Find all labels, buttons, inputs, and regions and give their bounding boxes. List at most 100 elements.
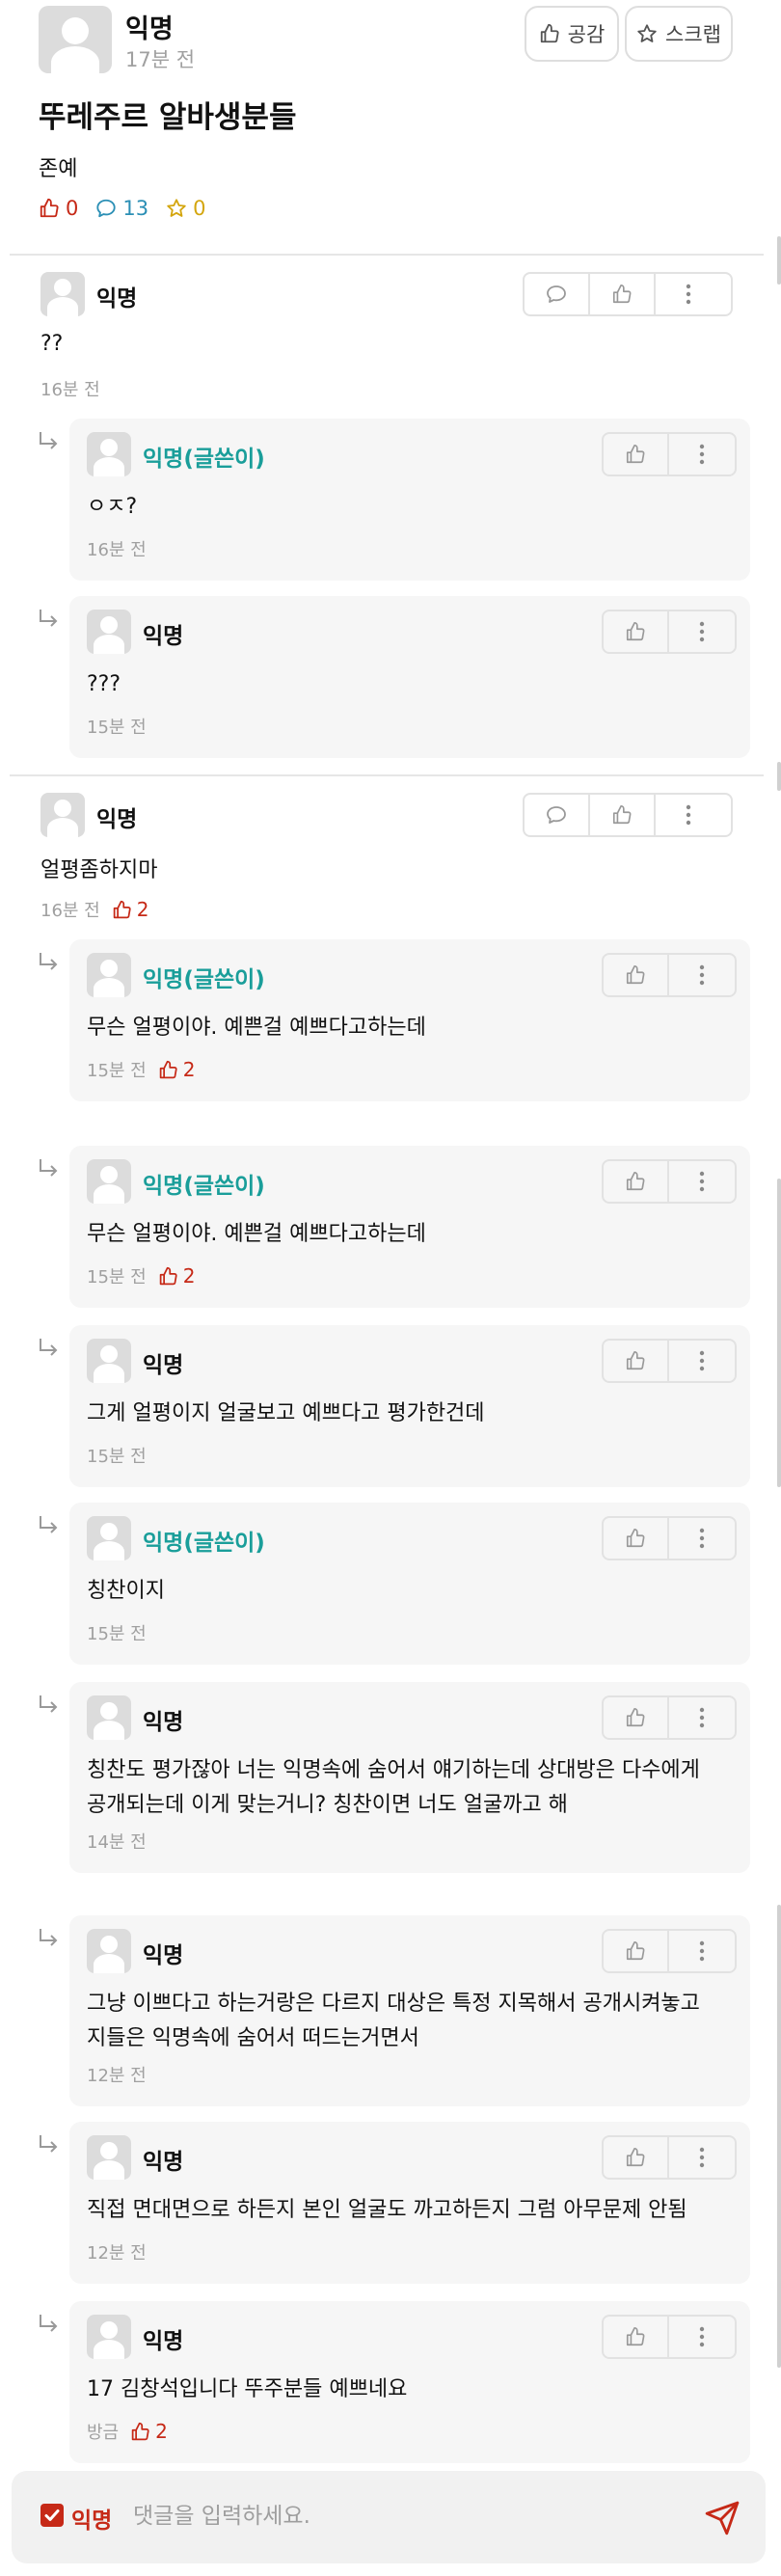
avatar: [87, 610, 131, 654]
more-button[interactable]: [669, 1518, 735, 1559]
comment-like-button[interactable]: [590, 274, 656, 314]
like-button[interactable]: 공감: [525, 6, 619, 62]
thumbs-up-icon: [626, 1351, 645, 1370]
reply-meta: 12분 전: [87, 2239, 147, 2264]
reply: 익명(글쓴이) 칭찬이지 15분 전: [69, 1503, 750, 1665]
comment-actions: [523, 793, 733, 837]
reply-likes: 2: [130, 2420, 168, 2443]
reply-text: 칭찬도 평가잖아 너는 익명속에 숨어서 얘기하는데 상대방은 다수에게 공개되…: [87, 1753, 733, 1823]
reply-text-line: 칭찬도 평가잖아 너는 익명속에 숨어서 얘기하는데 상대방은 다수에게: [87, 1758, 700, 1782]
comment-meta: 16분 전: [40, 376, 100, 401]
post-stats: 0 13 0: [39, 197, 205, 220]
divider: [10, 774, 764, 776]
more-vertical-icon: [699, 1528, 705, 1549]
like-button-label: 공감: [567, 23, 606, 46]
reply-author: 익명: [143, 1943, 184, 1968]
reply-bubble-icon: [547, 285, 566, 303]
reply-like-button[interactable]: [604, 1931, 669, 1971]
thumbs-up-icon: [626, 1172, 645, 1191]
comment-likes-value: 2: [136, 898, 149, 921]
scrap-button[interactable]: 스크랩: [625, 6, 733, 62]
reply-author: 익명: [143, 624, 184, 649]
reply-arrow-icon: [37, 1157, 62, 1186]
reply-author: 익명: [143, 2329, 184, 2354]
reply: 익명 ??? 15분 전: [69, 596, 750, 758]
scrap-button-label: 스크랩: [665, 23, 721, 46]
reply: 익명 그게 얼평이지 얼굴보고 예쁘다고 평가한건데 15분 전: [69, 1325, 750, 1487]
reply-text: 칭찬이지: [87, 1574, 733, 1609]
reply-text-line: 칭찬이지: [87, 1579, 165, 1603]
reply-like-button[interactable]: [604, 1697, 669, 1738]
reply: 익명 칭찬도 평가잖아 너는 익명속에 숨어서 얘기하는데 상대방은 다수에게 …: [69, 1682, 750, 1873]
reply-arrow-icon: [37, 2133, 62, 2162]
comment-time: 16분 전: [40, 380, 100, 400]
post-body: 존예: [39, 157, 78, 181]
avatar: [87, 1159, 131, 1204]
reply-like-button[interactable]: [604, 955, 669, 995]
scroll-edge: [777, 762, 781, 791]
like-count: 0: [39, 197, 78, 220]
comment-text: 얼평좀하지마: [40, 858, 158, 882]
reply-time: 15분 전: [87, 1267, 147, 1288]
reply-like-button[interactable]: [604, 434, 669, 475]
comment-like-button[interactable]: [590, 795, 656, 835]
comment: 익명 얼평좀하지마 16분 전 2: [0, 793, 781, 921]
reply-text-line: 17 김창석입니다 뚜주분들 예쁘네요: [87, 2377, 408, 2401]
comment-count: 13: [95, 197, 148, 220]
reply-button[interactable]: [525, 274, 590, 314]
more-button[interactable]: [669, 1697, 735, 1738]
more-button[interactable]: [656, 274, 721, 314]
reply-actions: [602, 953, 737, 997]
reply-like-button[interactable]: [604, 611, 669, 652]
reply-like-button[interactable]: [604, 1341, 669, 1381]
comment-text: ??: [40, 332, 64, 356]
reply-likes-value: 2: [182, 1058, 196, 1081]
thumbs-up-icon: [159, 1060, 177, 1078]
scrap-count-value: 0: [193, 197, 206, 220]
comment: 익명 ?? 16분 전: [0, 272, 781, 400]
more-button[interactable]: [669, 434, 735, 475]
star-icon: [167, 199, 186, 217]
reply-text: 무슨 얼평이야. 예쁜걸 예쁘다고하는데: [87, 1217, 733, 1252]
anonymous-label[interactable]: 익명: [71, 2502, 112, 2535]
reply-button[interactable]: [525, 795, 590, 835]
avatar: [87, 2315, 131, 2359]
reply-arrow-icon: [37, 1927, 62, 1956]
reply-actions: [602, 2135, 737, 2180]
avatar: [87, 953, 131, 997]
scroll-edge: [777, 1905, 781, 2368]
reply-likes: 2: [158, 1058, 196, 1081]
thumbs-up-icon: [626, 965, 645, 985]
thumbs-up-icon: [626, 2148, 645, 2167]
reply-like-button[interactable]: [604, 2137, 669, 2178]
reply-meta: 14분 전: [87, 1829, 147, 1854]
reply: 익명(글쓴이) 무슨 얼평이야. 예쁜걸 예쁘다고하는데 15분 전 2: [69, 1146, 750, 1308]
reply-meta: 15분 전 2: [87, 1263, 195, 1288]
more-button[interactable]: [669, 2317, 735, 2357]
reply-like-button[interactable]: [604, 2317, 669, 2357]
more-button[interactable]: [669, 1161, 735, 1202]
reply-author: 익명(글쓴이): [143, 1531, 265, 1556]
reply-time: 15분 전: [87, 1624, 147, 1644]
thumbs-up-icon: [40, 198, 59, 218]
more-button[interactable]: [669, 955, 735, 995]
more-button[interactable]: [669, 1341, 735, 1381]
reply-text-line: ???: [87, 672, 121, 696]
reply-time: 12분 전: [87, 2243, 147, 2264]
comment-input[interactable]: [133, 2498, 673, 2535]
thumbs-up-icon: [626, 622, 645, 641]
more-button[interactable]: [669, 611, 735, 652]
reply-actions: [602, 1695, 737, 1740]
more-button[interactable]: [656, 795, 721, 835]
anonymous-checkbox[interactable]: [40, 2504, 64, 2527]
reply-meta: 12분 전: [87, 2062, 147, 2087]
send-button[interactable]: [702, 2498, 742, 2538]
more-button[interactable]: [669, 2137, 735, 2178]
more-vertical-icon: [686, 804, 691, 826]
reply-like-button[interactable]: [604, 1518, 669, 1559]
more-button[interactable]: [669, 1931, 735, 1971]
reply-like-button[interactable]: [604, 1161, 669, 1202]
reply-text-line: 그냥 이쁘다고 하는거랑은 다르지 대상은 특정 지목해서 공개시켜놓고: [87, 1992, 700, 2016]
reply-meta: 15분 전: [87, 1620, 147, 1645]
reply-actions: [602, 1339, 737, 1383]
